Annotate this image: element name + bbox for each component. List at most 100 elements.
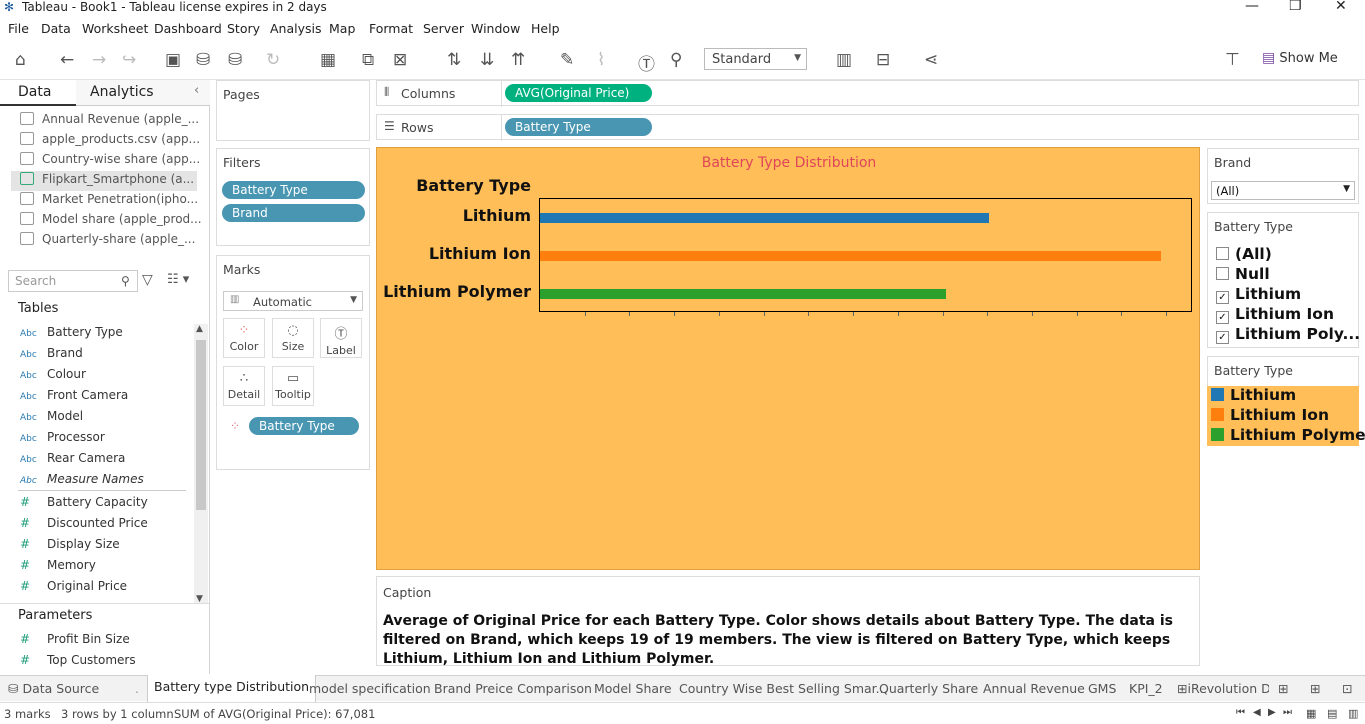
color-button[interactable]: ⁘ Color [223,318,265,358]
tab-model-share[interactable]: Model Share [594,681,672,696]
detail-button[interactable]: ∴ Detail [223,366,265,406]
menu-file[interactable]: File [8,21,29,36]
share-icon[interactable]: ⋖ [924,50,938,70]
tab-analytics[interactable]: Analytics ‹ [76,80,210,106]
pause-updates-icon[interactable]: ⛁ [228,50,242,70]
parameter-item[interactable]: # Profit Bin Size [20,632,130,646]
tooltip-button[interactable]: ▭ Tooltip [272,366,314,406]
new-datasource-icon[interactable]: ⛁ [196,50,210,70]
replay-icon[interactable]: ↪ [122,50,136,70]
field-measure[interactable]: # Battery Capacity [20,495,148,509]
field-dimension[interactable]: Abc Battery Type [20,325,123,339]
duplicate-sheet-icon[interactable]: ⧉ [362,50,374,70]
datasource-item[interactable]: Quarterly-share (apple_... [20,232,195,246]
save-icon[interactable]: ▣ [165,50,181,70]
tab-data[interactable]: Data [0,80,76,106]
datasource-item[interactable]: Annual Revenue (apple_... [20,112,199,126]
legend-item-lithium-polymer[interactable]: Lithium Polymer [1211,426,1365,444]
first-sheet-icon[interactable]: ⏮ [1236,707,1245,718]
show-filmstrip-icon[interactable]: ▤ [1327,707,1337,720]
tables-scrollbar[interactable]: ▲ ▼ [194,324,208,604]
field-dimension[interactable]: Abc Rear Camera [20,451,125,465]
tab-model-specification[interactable]: model specification [309,681,431,696]
next-sheet-icon[interactable]: ▶ [1268,707,1276,718]
bar-lithium-polymer[interactable] [540,289,946,299]
search-input[interactable]: Search ⚲ [8,270,138,292]
cards-icon[interactable]: ▥ [836,50,852,70]
menu-window[interactable]: Window [471,21,520,36]
fit-dropdown[interactable]: Standard ▼ [704,48,807,70]
menu-format[interactable]: Format [369,21,413,36]
menu-map[interactable]: Map [329,21,355,36]
new-worksheet-icon[interactable]: ▦ [320,50,336,70]
undo-icon[interactable]: ← [60,50,74,70]
last-sheet-icon[interactable]: ⏭ [1283,707,1292,718]
tab-battery-type-distribution[interactable]: Battery type Distribution [147,675,317,702]
legend-item-lithium[interactable]: Lithium [1211,386,1296,404]
scrollbar-thumb[interactable] [196,340,206,510]
menu-server[interactable]: Server [423,21,464,36]
size-button[interactable]: ◌ Size [272,318,314,358]
filter-pill-battery-type[interactable]: Battery Type [222,181,365,199]
new-story-tab-icon[interactable]: ⊡ [1342,681,1352,696]
view-options-icon[interactable]: ☷ ▾ [167,272,189,287]
clear-sheet-icon[interactable]: ⊠ [393,50,407,70]
menu-analysis[interactable]: Analysis [270,21,322,36]
show-tabs-icon[interactable]: ▥ [1348,707,1358,720]
datasource-item-selected[interactable]: Flipkart_Smartphone (a... [11,171,197,191]
rows-pill[interactable]: Battery Type [505,118,652,136]
marks-pill-battery-type[interactable]: Battery Type [249,417,359,435]
rows-shelf[interactable]: ☰ Rows Battery Type [376,114,1359,141]
menu-worksheet[interactable]: Worksheet [82,21,148,36]
filter-checkbox-all[interactable]: (All) [1216,245,1272,263]
field-dimension[interactable]: Abc Processor [20,430,105,444]
viz-canvas[interactable]: Battery Type Distribution Battery Type L… [376,147,1200,570]
field-measure[interactable]: # Discounted Price [20,516,148,530]
field-dimension[interactable]: Abc Brand [20,346,83,360]
mark-type-dropdown[interactable]: ▥ Automatic ▼ [223,291,363,311]
tab-gms[interactable]: GMS [1088,681,1116,696]
menu-help[interactable]: Help [531,21,560,36]
datasource-item[interactable]: apple_products.csv (app... [20,132,200,146]
filter-checkbox-null[interactable]: Null [1216,265,1270,283]
field-measure[interactable]: # Display Size [20,537,120,551]
filter-checkbox-lithium-polymer[interactable]: ✓ Lithium Poly... [1216,325,1360,344]
new-dashboard-tab-icon[interactable]: ⊞ [1310,681,1320,696]
field-dimension[interactable]: Abc Colour [20,367,86,381]
field-dimension[interactable]: Abc Model [20,409,83,423]
redo-icon[interactable]: → [92,50,106,70]
show-me-button[interactable]: ▤ Show Me [1262,50,1338,66]
menu-dashboard[interactable]: Dashboard [154,21,222,36]
tab-country-wise[interactable]: Country Wise Best Selling Smar... [679,681,888,696]
field-measure[interactable]: # Memory [20,558,96,572]
datasource-item[interactable]: Country-wise share (app... [20,152,200,166]
filters-card[interactable]: Filters Battery Type Brand [216,148,370,246]
highlight-icon[interactable]: ✎ [560,50,574,70]
legend-item-lithium-ion[interactable]: Lithium Ion [1211,406,1329,424]
bar-lithium[interactable] [540,213,989,223]
plot-area[interactable] [539,198,1192,316]
field-dimension[interactable]: Abc Measure Names [20,472,144,486]
columns-shelf[interactable]: ⦀ Columns AVG(Original Price) [376,80,1359,107]
minimize-icon[interactable]: — [1245,0,1259,14]
tab-brand-price-comparison[interactable]: Brand Preice Comparison [434,681,592,696]
collapse-pane-icon[interactable]: ‹ [194,83,199,98]
new-worksheet-tab-icon[interactable]: ⊞ [1278,681,1288,696]
swap-icon[interactable]: ⇅ [447,50,461,70]
show-sheet-sorter-icon[interactable]: ▦ [1306,707,1316,720]
filter-checkbox-lithium-ion[interactable]: ✓ Lithium Ion [1216,305,1334,324]
sort-ascending-icon[interactable]: ⇊ [480,50,494,70]
tab-data-source[interactable]: ⛁ Data Source [8,681,99,696]
presentation-icon[interactable]: ⊟ [876,50,890,70]
tab-irevolution[interactable]: ⊞iRevolution Da [1177,681,1269,696]
brand-filter-dropdown[interactable]: (All) ▼ [1211,181,1355,200]
menu-data[interactable]: Data [41,21,71,36]
tab-kpi-2[interactable]: KPI_2 [1129,681,1163,696]
label-icon[interactable]: Ⓣ [638,50,655,75]
tooltip-icon[interactable]: ⊤ [1225,50,1240,70]
home-icon[interactable]: ⌂ [15,50,26,70]
bar-lithium-ion[interactable] [540,251,1161,261]
pin-icon[interactable]: ⚲ [670,50,682,70]
close-icon[interactable]: ✕ [1335,0,1347,14]
datasource-item[interactable]: Model share (apple_prod... [20,212,202,226]
